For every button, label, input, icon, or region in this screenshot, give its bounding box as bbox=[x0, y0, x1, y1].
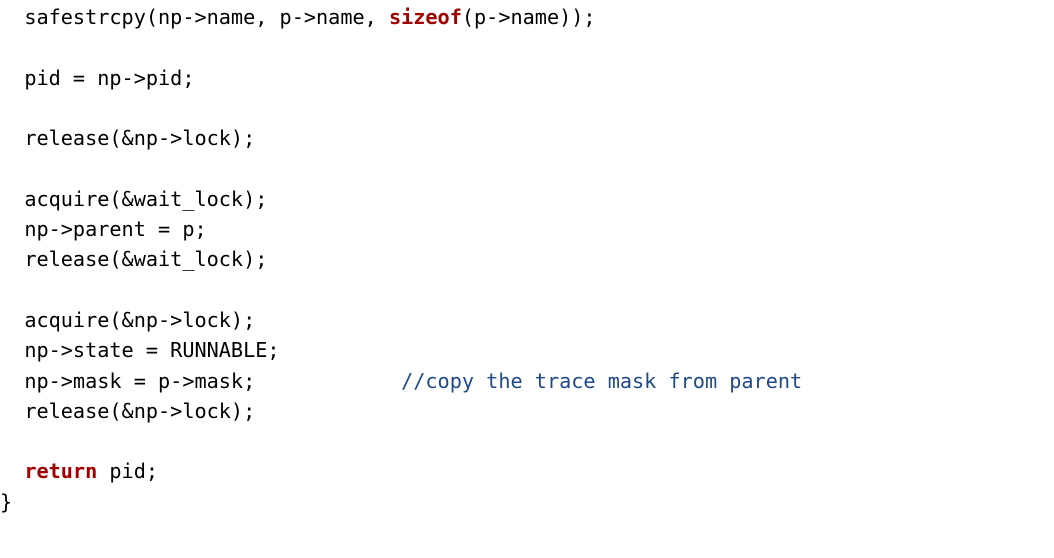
code-line: return pid; bbox=[0, 459, 158, 483]
indent bbox=[0, 66, 24, 90]
indent bbox=[0, 338, 24, 362]
code-token: pid; bbox=[97, 459, 158, 483]
indent bbox=[0, 247, 24, 271]
indent bbox=[0, 308, 24, 332]
indent bbox=[0, 126, 24, 150]
code-token: np->mask = p->mask; bbox=[24, 369, 401, 393]
code-line: acquire(&np->lock); bbox=[0, 308, 255, 332]
indent bbox=[0, 5, 24, 29]
code-token: (p->name)); bbox=[462, 5, 596, 29]
keyword-token: sizeof bbox=[389, 5, 462, 29]
code-token: } bbox=[0, 490, 12, 514]
code-line: acquire(&wait_lock); bbox=[0, 187, 267, 211]
indent bbox=[0, 399, 24, 423]
code-line: release(&np->lock); bbox=[0, 126, 255, 150]
keyword-token: return bbox=[24, 459, 97, 483]
indent bbox=[0, 187, 24, 211]
code-token: pid = np->pid; bbox=[24, 66, 194, 90]
code-line: release(&np->lock); bbox=[0, 399, 255, 423]
code-block: safestrcpy(np->name, p->name, sizeof(p->… bbox=[0, 0, 1054, 517]
code-token: release(&np->lock); bbox=[24, 399, 255, 423]
code-token: np->state = RUNNABLE; bbox=[24, 338, 279, 362]
code-line: } bbox=[0, 490, 12, 514]
code-token: safestrcpy(np->name, p->name, bbox=[24, 5, 389, 29]
code-line: np->state = RUNNABLE; bbox=[0, 338, 280, 362]
code-line: safestrcpy(np->name, p->name, sizeof(p->… bbox=[0, 5, 596, 29]
code-line: pid = np->pid; bbox=[0, 66, 194, 90]
indent bbox=[0, 459, 24, 483]
code-token: acquire(&np->lock); bbox=[24, 308, 255, 332]
indent bbox=[0, 369, 24, 393]
code-token: release(&np->lock); bbox=[24, 126, 255, 150]
code-token: np->parent = p; bbox=[24, 217, 206, 241]
comment-token: //copy the trace mask from parent bbox=[401, 369, 802, 393]
code-token: acquire(&wait_lock); bbox=[24, 187, 267, 211]
code-token: release(&wait_lock); bbox=[24, 247, 267, 271]
indent bbox=[0, 217, 24, 241]
code-line: release(&wait_lock); bbox=[0, 247, 267, 271]
code-line: np->parent = p; bbox=[0, 217, 207, 241]
code-line: np->mask = p->mask; //copy the trace mas… bbox=[0, 369, 802, 393]
